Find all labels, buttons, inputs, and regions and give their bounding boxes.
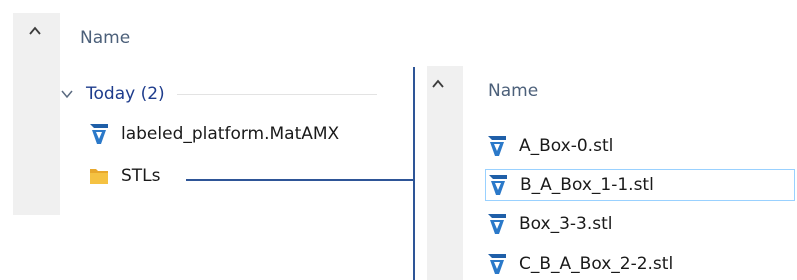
connector-vertical-line <box>413 67 415 280</box>
file-row-a-box-0[interactable]: A_Box-0.stl <box>487 130 797 162</box>
chevron-down-icon[interactable] <box>60 89 74 99</box>
file-row-box-3[interactable]: Box_3-3.stl <box>487 208 797 240</box>
stl-file-icon <box>489 175 507 195</box>
right-column-header-name[interactable]: Name <box>488 81 538 101</box>
left-scroll-strip <box>13 13 60 215</box>
stl-file-icon <box>488 254 506 274</box>
screenshot-stage: Name Today (2) labeled_platform.MatAMX S… <box>0 0 797 280</box>
group-today-label: Today (2) <box>86 84 165 104</box>
right-explorer-panel: Name A_Box-0.stl B_A_Box_1-1.stl Box_3-3… <box>427 66 797 280</box>
file-name-label: B_A_Box_1-1.stl <box>520 175 654 195</box>
connector-horizontal-line <box>186 179 415 181</box>
folder-name-label: STLs <box>121 166 161 186</box>
left-explorer-panel: Name Today (2) labeled_platform.MatAMX S… <box>13 13 391 215</box>
group-divider-line <box>176 93 377 95</box>
matamx-file-icon <box>90 124 108 144</box>
right-scroll-strip <box>427 66 463 280</box>
group-partially-visible <box>89 209 179 215</box>
file-name-label: C_B_A_Box_2-2.stl <box>519 254 674 274</box>
left-column-header-name[interactable]: Name <box>80 28 130 48</box>
scroll-up-icon[interactable] <box>28 25 42 37</box>
file-row-c-b-a-box-2[interactable]: C_B_A_Box_2-2.stl <box>487 248 797 280</box>
stl-file-icon <box>488 214 506 234</box>
file-row-b-a-box-1-selected[interactable]: B_A_Box_1-1.stl <box>485 169 795 201</box>
file-name-label: labeled_platform.MatAMX <box>121 124 340 144</box>
stl-file-icon <box>488 136 506 156</box>
file-row-labeled-platform[interactable]: labeled_platform.MatAMX <box>89 121 339 147</box>
folder-icon <box>90 169 108 184</box>
file-name-label: Box_3-3.stl <box>519 214 613 234</box>
file-row-stls-folder[interactable]: STLs <box>89 163 161 189</box>
scroll-up-icon[interactable] <box>431 78 445 90</box>
file-name-label: A_Box-0.stl <box>519 136 614 156</box>
group-today[interactable]: Today (2) <box>60 83 377 105</box>
